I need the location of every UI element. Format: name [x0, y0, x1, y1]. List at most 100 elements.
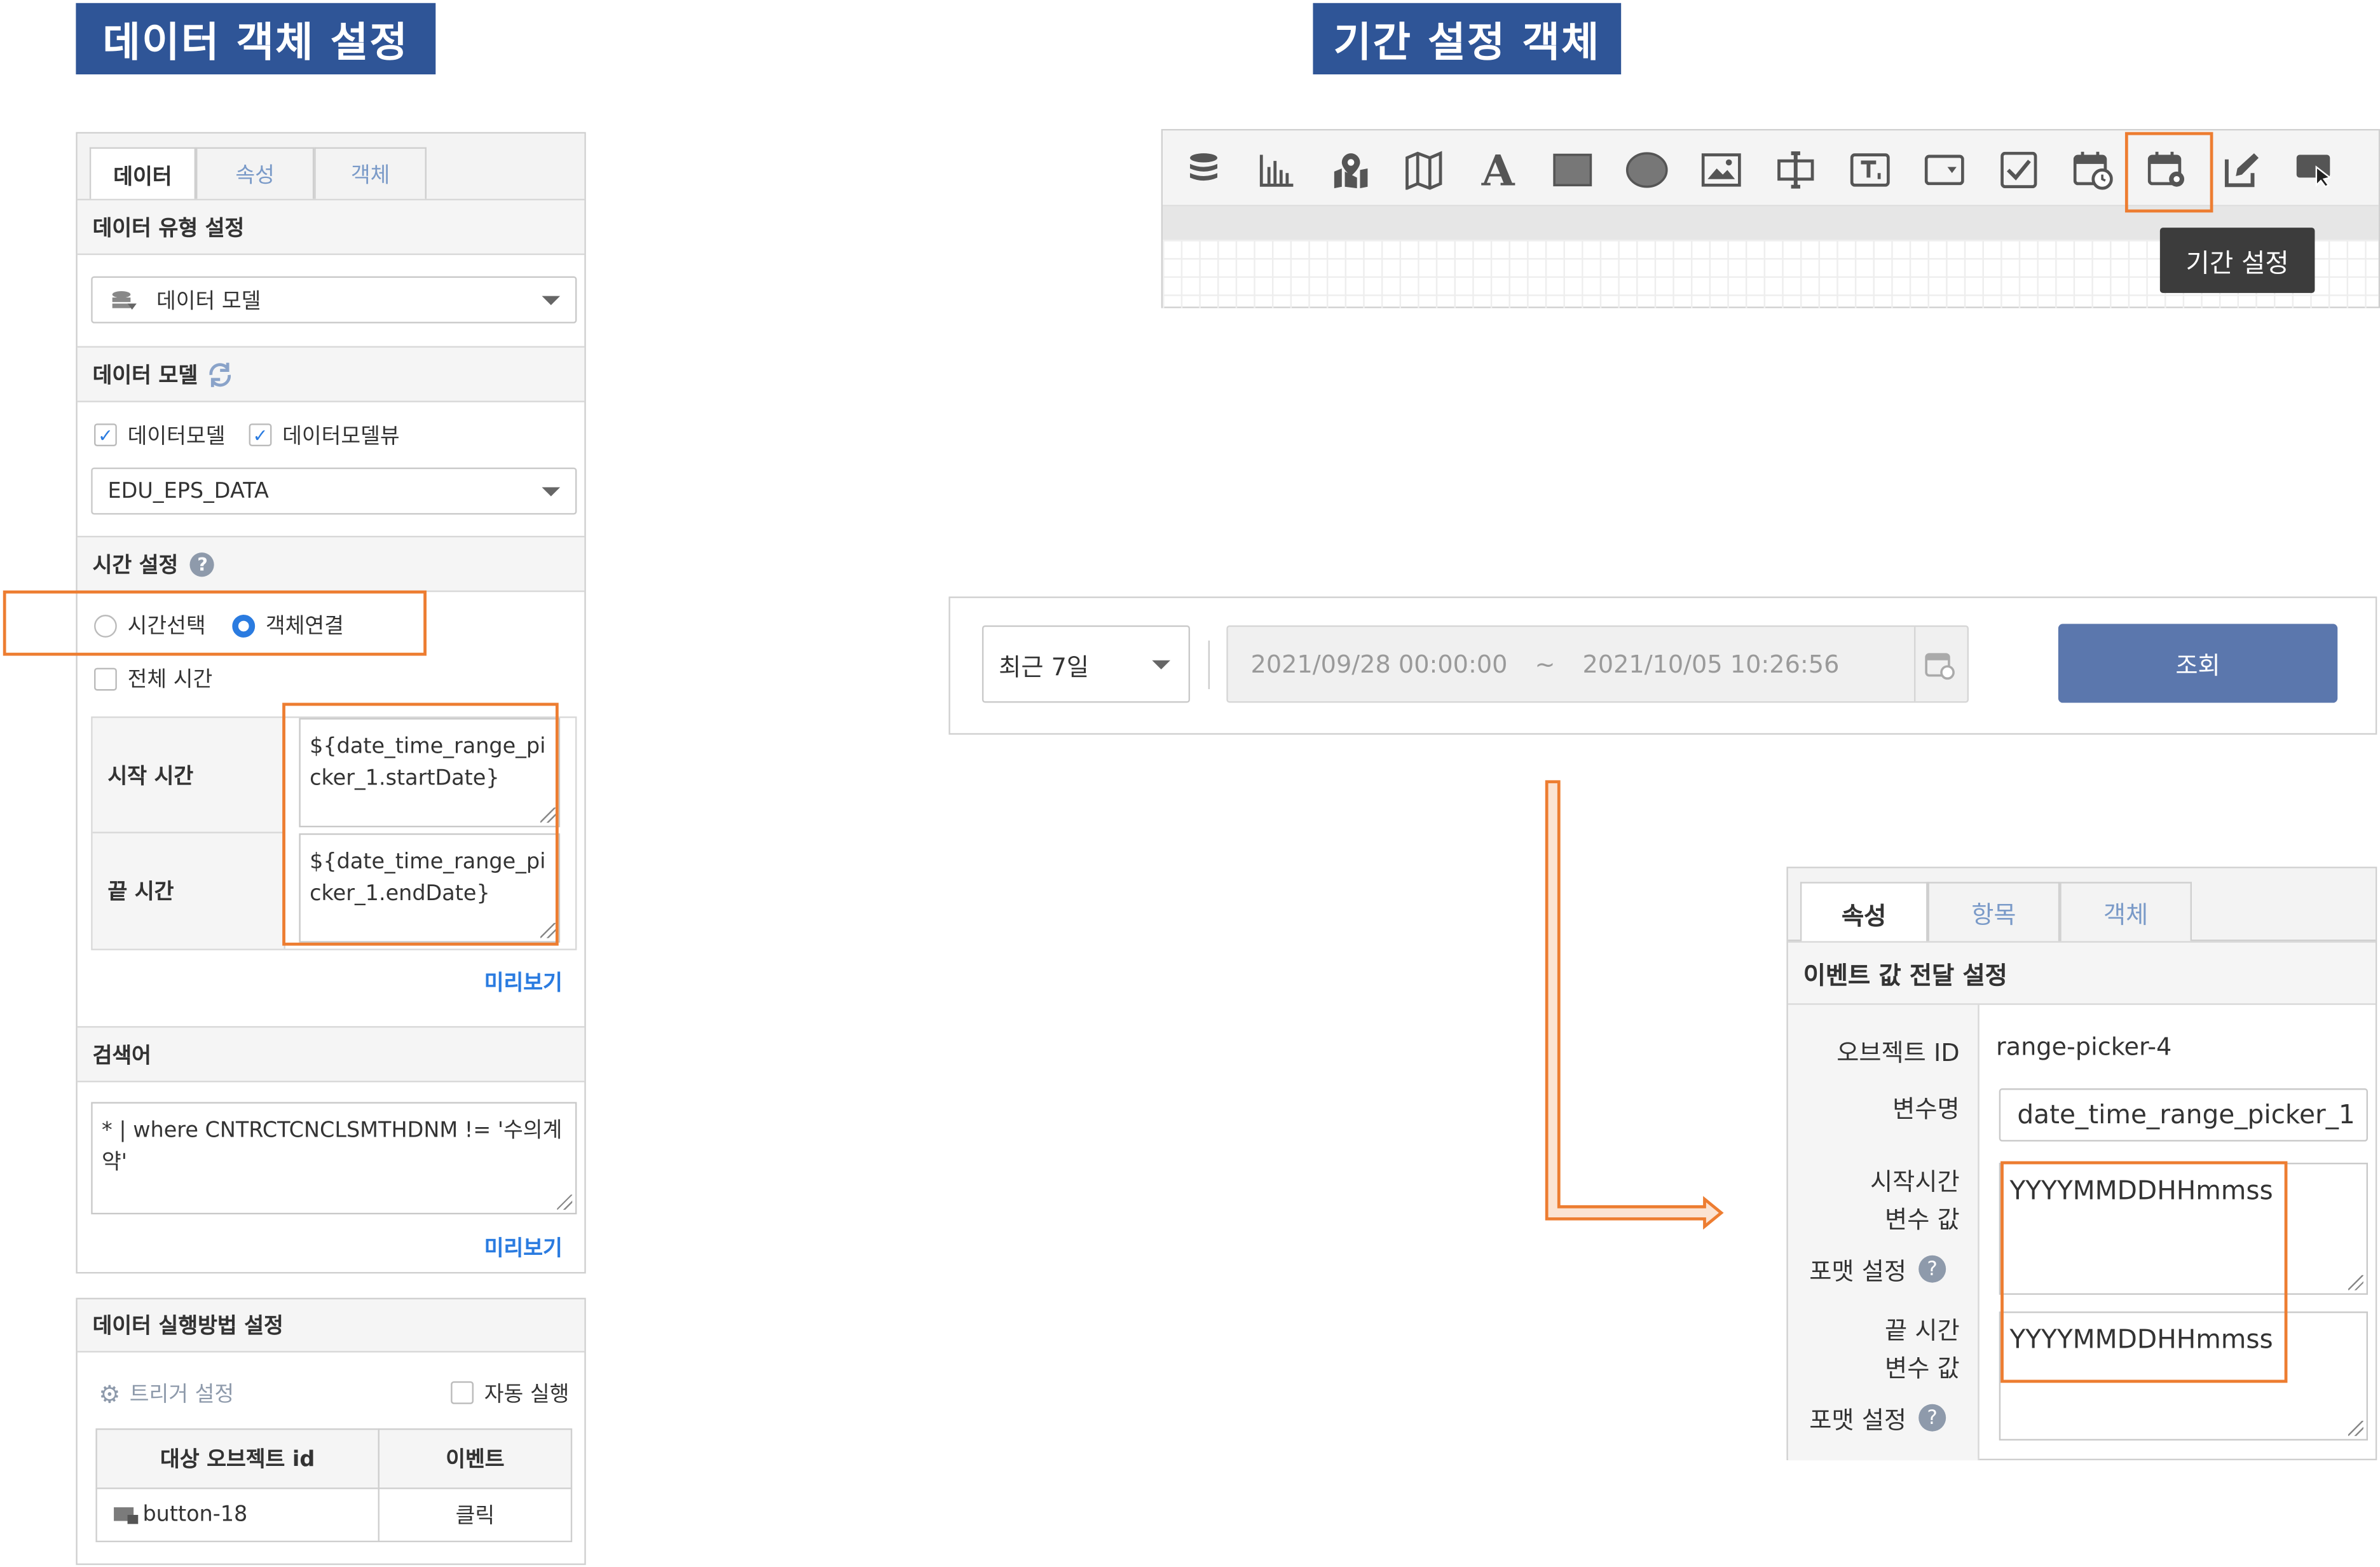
checkbox-icon[interactable] [1996, 147, 2042, 193]
data-model-icon [112, 290, 137, 309]
divider [1914, 627, 1916, 702]
end-format-label-line3: 포맷 설정 [1809, 1406, 1907, 1435]
resize-handle-icon[interactable] [2348, 1420, 2363, 1436]
calendar-icon[interactable] [1925, 650, 1955, 680]
data-model-select-value: EDU_EPS_DATA [107, 479, 269, 503]
data-model-select[interactable]: EDU_EPS_DATA [91, 467, 577, 515]
start-format-label-line2: 변수 값 [1885, 1205, 1960, 1235]
start-format-label-line3: 포맷 설정 [1809, 1257, 1907, 1286]
exec-section-title: 데이터 실행방법 설정 [77, 1299, 585, 1353]
map-icon[interactable] [1401, 147, 1447, 193]
data-model-section-label: 데이터 모델 [92, 363, 198, 388]
gear-icon: ⚙ [99, 1379, 121, 1408]
help-icon[interactable]: ? [1918, 1255, 1946, 1283]
period-select-value: 최근 7일 [999, 652, 1090, 681]
table-row-target: button-18 [95, 1488, 380, 1543]
resize-handle-icon[interactable] [557, 1194, 573, 1210]
start-format-label: 시작시간 변수 값 [1788, 1163, 1960, 1238]
trigger-settings-label: 트리거 설정 [129, 1383, 235, 1407]
data-model-checkbox[interactable]: ✓ [94, 423, 117, 447]
all-time-checkbox-label: 전체 시간 [127, 667, 213, 692]
range-start-value: 2021/09/28 00:00:00 [1250, 649, 1508, 679]
range-separator: ~ [1535, 649, 1556, 679]
search-query-value: * | where CNTRCTCNCLSMTHDNM != '수의계약' [101, 1118, 563, 1175]
dropdown-icon[interactable] [1922, 147, 1967, 193]
help-icon[interactable]: ? [190, 551, 215, 577]
left-banner-title: 데이터 객체 설정 [76, 3, 436, 75]
data-type-section: 데이터 유형 설정 [77, 198, 585, 256]
time-section: 시간 설정 ? [77, 535, 585, 592]
period-select[interactable]: 최근 7일 [981, 625, 1191, 703]
data-model-section: 데이터 모델 [77, 346, 585, 402]
col-target-object: 대상 오브젝트 id [95, 1428, 380, 1489]
tab-properties[interactable]: 속성 [1800, 882, 1928, 943]
data-model-view-checkbox[interactable]: ✓ [249, 423, 272, 447]
all-time-checkbox[interactable] [94, 667, 117, 691]
refresh-icon[interactable] [207, 360, 234, 388]
search-query-textarea[interactable]: * | where CNTRCTCNCLSMTHDNM != '수의계약' [91, 1102, 577, 1215]
image-icon[interactable] [1699, 147, 1744, 193]
chevron-down-icon [542, 295, 561, 305]
text-icon[interactable]: A [1475, 145, 1521, 195]
time-binding-highlight [282, 702, 559, 946]
variable-name-label: 변수명 [1892, 1094, 1960, 1123]
textbox-icon[interactable] [1847, 147, 1893, 193]
tab-objects[interactable]: 객체 [2060, 882, 2192, 941]
variable-name-input[interactable]: date_time_range_picker_1 [1999, 1088, 2368, 1142]
preview-link-2[interactable]: 미리보기 [484, 1233, 563, 1263]
right-banner-title: 기간 설정 객체 [1313, 3, 1622, 75]
object-link-highlight [3, 590, 427, 656]
auto-run-checkbox[interactable] [451, 1381, 474, 1404]
object-id-value: range-picker-4 [1995, 1032, 2172, 1062]
start-format-setting: 포맷 설정 ? [1809, 1251, 1946, 1287]
preview-link-1[interactable]: 미리보기 [484, 967, 563, 997]
end-format-label-line1: 끝 시간 [1885, 1316, 1960, 1345]
chevron-down-icon [1152, 659, 1170, 669]
data-model-view-checkbox-label: 데이터모델뷰 [282, 425, 400, 449]
map-marker-icon[interactable] [1328, 147, 1374, 193]
range-picker-highlight [2124, 132, 2213, 213]
col-event: 이벤트 [378, 1428, 573, 1489]
auto-run-label: 자동 실행 [484, 1383, 570, 1407]
data-model-checkbox-label: 데이터모델 [127, 425, 226, 449]
button-icon[interactable] [2294, 147, 2339, 193]
bar-chart-icon[interactable] [1254, 147, 1299, 193]
table-row-event: 클릭 [378, 1488, 573, 1543]
database-icon[interactable] [1181, 147, 1227, 193]
end-format-setting: 포맷 설정 ? [1809, 1400, 1946, 1436]
format-highlight [2000, 1161, 2288, 1383]
range-picker-tooltip: 기간 설정 [2159, 228, 2315, 293]
tab-data[interactable]: 데이터 [89, 147, 196, 202]
ellipse-icon[interactable] [1624, 147, 1670, 193]
end-time-label: 끝 시간 [92, 833, 285, 949]
query-button[interactable]: 조회 [2058, 624, 2338, 703]
date-range-input[interactable]: 2021/09/28 00:00:00 ~ 2021/10/05 10:26:5… [1226, 625, 1969, 703]
start-time-label: 시작 시간 [92, 718, 285, 833]
end-format-label: 끝 시간 변수 값 [1788, 1311, 1960, 1387]
edit-icon[interactable] [2219, 147, 2265, 193]
tab-properties[interactable]: 속성 [196, 147, 315, 201]
data-type-select[interactable]: 데이터 모델 [91, 276, 577, 324]
input-cursor-icon[interactable] [1773, 147, 1819, 193]
tab-objects[interactable]: 객체 [314, 147, 427, 201]
tab-items[interactable]: 항목 [1927, 882, 2060, 941]
trigger-settings[interactable]: ⚙ 트리거 설정 [99, 1378, 234, 1409]
range-end-value: 2021/10/05 10:26:56 [1582, 649, 1840, 679]
chevron-down-icon [542, 486, 561, 496]
target-object-id: button-18 [142, 1502, 248, 1528]
resize-handle-icon[interactable] [2348, 1275, 2363, 1290]
divider [1208, 640, 1210, 690]
help-icon[interactable]: ? [1918, 1404, 1946, 1432]
end-format-label-line2: 변수 값 [1885, 1353, 1960, 1383]
start-format-label-line1: 시작시간 [1870, 1167, 1960, 1196]
rectangle-icon[interactable] [1550, 147, 1596, 193]
search-section: 검색어 [77, 1026, 585, 1083]
data-type-value: 데이터 모델 [156, 289, 261, 314]
time-section-label: 시간 설정 [92, 553, 179, 578]
object-id-label: 오브젝트 ID [1836, 1038, 1960, 1067]
flow-arrow-icon [1545, 780, 1724, 1230]
button-object-icon [114, 1507, 139, 1524]
exec-settings-panel: 데이터 실행방법 설정 ⚙ 트리거 설정 자동 실행 대상 오브젝트 id 이벤… [76, 1297, 586, 1565]
date-picker-icon[interactable] [2070, 147, 2116, 193]
event-value-section: 이벤트 값 전달 설정 [1788, 941, 2376, 1005]
